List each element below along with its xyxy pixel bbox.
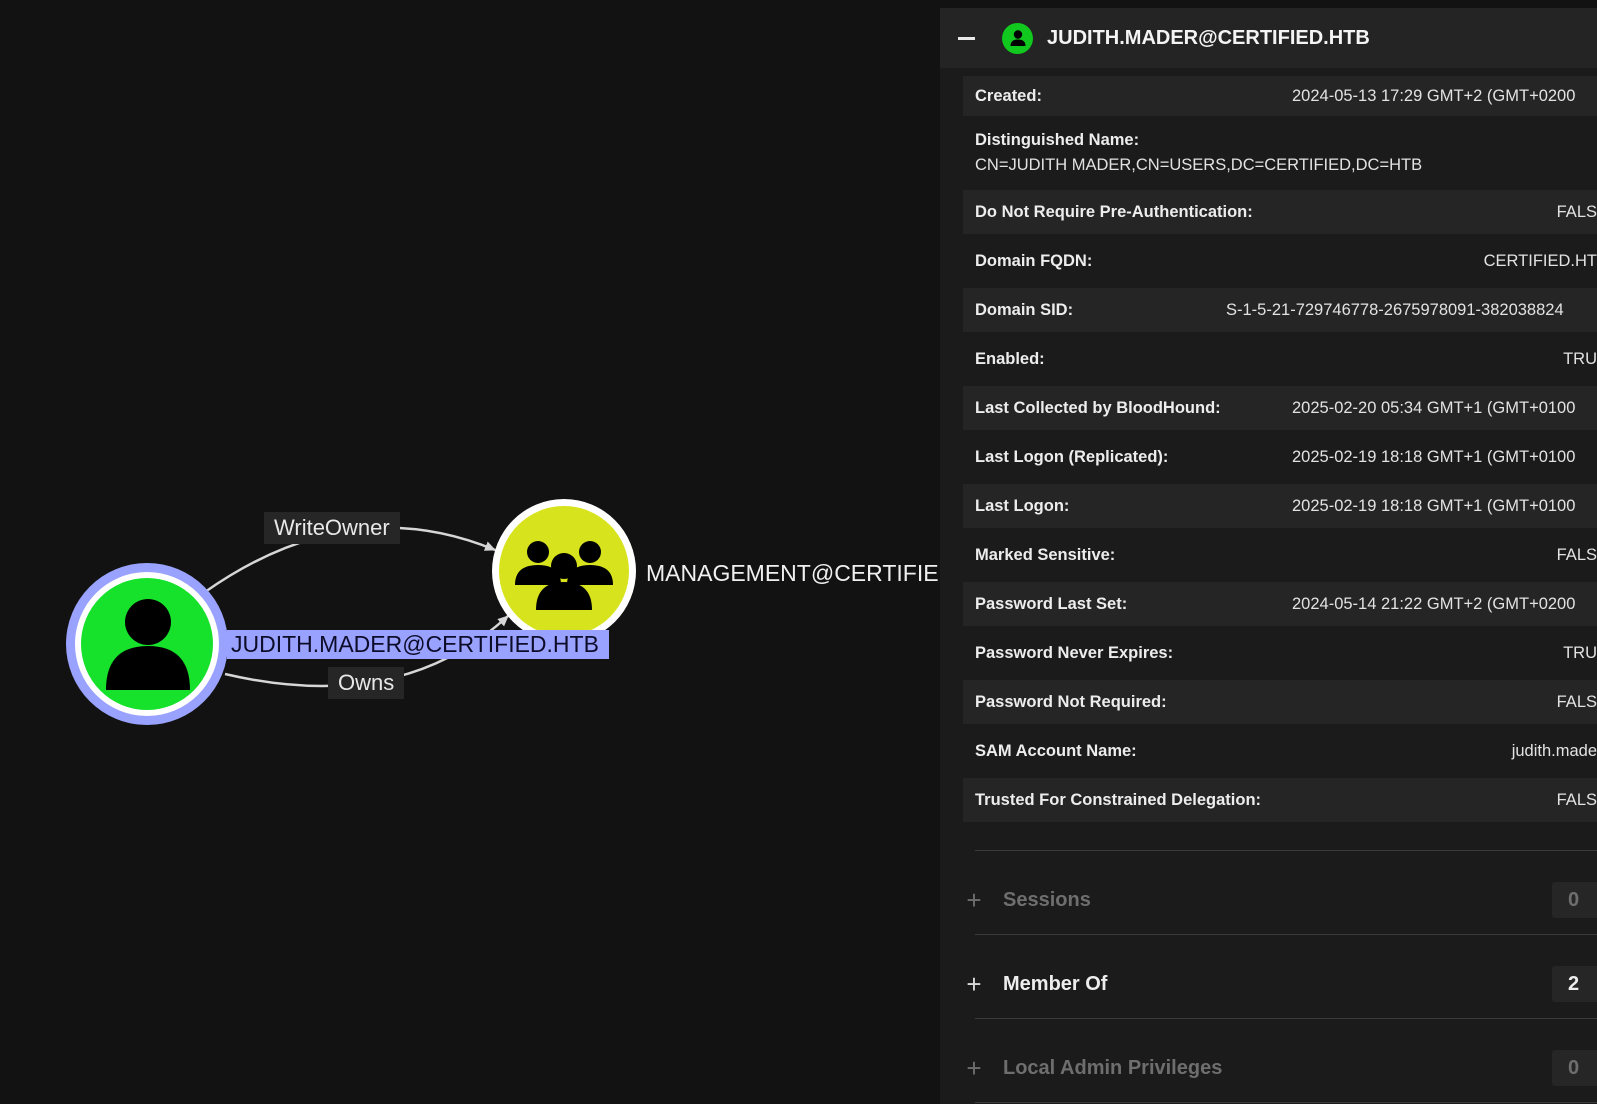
- property-key: Password Never Expires:: [975, 643, 1174, 662]
- section-title: Local Admin Privileges: [1003, 1056, 1223, 1079]
- property-row-created: Created: 2024-05-13 17:29 GMT+2 (GMT+020…: [963, 76, 1597, 116]
- property-key: Domain FQDN:: [975, 251, 1093, 270]
- property-row-domain-sid: Domain SID: S-1-5-21-729746778-267597809…: [963, 288, 1597, 332]
- divider: [975, 934, 1597, 935]
- collapse-button[interactable]: [940, 8, 992, 68]
- property-row-last-logon-replicated: Last Logon (Replicated): 2025-02-19 18:1…: [963, 435, 1597, 479]
- property-key: SAM Account Name:: [975, 741, 1137, 760]
- property-value: 2025-02-19 18:18 GMT+1 (GMT+0100: [1292, 496, 1576, 515]
- edge-label-owns[interactable]: Owns: [328, 667, 405, 699]
- divider: [975, 1018, 1597, 1019]
- section-title: Sessions: [1003, 888, 1091, 911]
- property-key: Do Not Require Pre-Authentication:: [975, 202, 1253, 221]
- property-value: judith.made: [1511, 741, 1597, 760]
- property-row-domain-fqdn: Domain FQDN: CERTIFIED.HT: [963, 239, 1597, 283]
- plus-icon: +: [966, 884, 982, 915]
- section-sessions[interactable]: + Sessions 0: [940, 870, 1597, 930]
- user-icon: [1010, 30, 1025, 46]
- property-key: Domain SID:: [975, 300, 1074, 319]
- property-key: Last Logon (Replicated):: [975, 447, 1169, 466]
- property-key: Marked Sensitive:: [975, 545, 1116, 564]
- edge-label-writeowner[interactable]: WriteOwner: [264, 512, 400, 544]
- property-value: 2025-02-19 18:18 GMT+1 (GMT+0100: [1292, 447, 1576, 466]
- entity-info-panel: JUDITH.MADER@CERTIFIED.HTB Created: 2024…: [940, 8, 1597, 1104]
- property-key: Last Logon:: [975, 496, 1070, 515]
- property-value: TRU: [1563, 349, 1597, 368]
- section-count: 0: [1552, 1050, 1597, 1086]
- panel-header: JUDITH.MADER@CERTIFIED.HTB: [940, 8, 1597, 68]
- node-group[interactable]: [492, 499, 636, 643]
- divider: [975, 850, 1597, 851]
- property-value: FALS: [1556, 790, 1597, 809]
- property-key: Last Collected by BloodHound:: [975, 398, 1221, 417]
- plus-icon: +: [966, 1052, 982, 1083]
- graph-svg: [66, 499, 636, 725]
- node-user[interactable]: [66, 563, 228, 725]
- property-row-trusted-constrained-delegation: Trusted For Constrained Delegation: FALS: [963, 778, 1597, 822]
- property-row-sam-account-name: SAM Account Name: judith.made: [963, 729, 1597, 773]
- property-value: FALS: [1556, 202, 1597, 221]
- section-count: 2: [1552, 966, 1597, 1002]
- property-row-last-logon: Last Logon: 2025-02-19 18:18 GMT+1 (GMT+…: [963, 484, 1597, 528]
- property-key: Trusted For Constrained Delegation:: [975, 790, 1262, 809]
- user-badge: [1002, 22, 1033, 54]
- section-count: 0: [1552, 882, 1597, 918]
- property-row-last-collected: Last Collected by BloodHound: 2025-02-20…: [963, 386, 1597, 430]
- property-value: 2024-05-13 17:29 GMT+2 (GMT+0200: [1292, 86, 1576, 105]
- property-value: 2024-05-14 21:22 GMT+2 (GMT+0200: [1292, 594, 1576, 613]
- minus-icon: [957, 36, 975, 40]
- property-key: Distinguished Name:: [975, 131, 1140, 149]
- property-list: Created: 2024-05-13 17:29 GMT+2 (GMT+020…: [963, 76, 1597, 827]
- property-value: TRU: [1563, 643, 1597, 662]
- property-key: Created:: [975, 86, 1042, 105]
- node-label-group[interactable]: MANAGEMENT@CERTIFIE: [646, 560, 939, 586]
- property-value: 2025-02-20 05:34 GMT+1 (GMT+0100: [1292, 398, 1576, 417]
- plus-icon: +: [966, 968, 982, 999]
- property-value: S-1-5-21-729746778-2675978091-382038824: [1226, 300, 1564, 319]
- property-key: Enabled:: [975, 349, 1045, 368]
- property-row-distinguished-name: Distinguished Name: CN=JUDITH MADER,CN=U…: [963, 121, 1597, 185]
- property-key: Password Not Required:: [975, 692, 1167, 711]
- property-row-enabled: Enabled: TRU: [963, 337, 1597, 381]
- panel-title: JUDITH.MADER@CERTIFIED.HTB: [1047, 26, 1370, 49]
- property-row-password-not-required: Password Not Required: FALS: [963, 680, 1597, 724]
- property-value: CERTIFIED.HT: [1483, 251, 1597, 270]
- property-row-password-never-expires: Password Never Expires: TRU: [963, 631, 1597, 675]
- property-row-password-last-set: Password Last Set: 2024-05-14 21:22 GMT+…: [963, 582, 1597, 626]
- property-row-do-not-require-preauth: Do Not Require Pre-Authentication: FALS: [963, 190, 1597, 234]
- property-value: FALS: [1556, 692, 1597, 711]
- property-row-marked-sensitive: Marked Sensitive: FALS: [963, 533, 1597, 577]
- property-value: CN=JUDITH MADER,CN=USERS,DC=CERTIFIED,DC…: [975, 156, 1423, 174]
- section-title: Member Of: [1003, 972, 1108, 995]
- section-local-admin-privileges[interactable]: + Local Admin Privileges 0: [940, 1038, 1597, 1098]
- node-label-user[interactable]: JUDITH.MADER@CERTIFIED.HTB: [227, 630, 609, 659]
- section-member-of[interactable]: + Member Of 2: [940, 954, 1597, 1014]
- property-value: FALS: [1556, 545, 1597, 564]
- property-key: Password Last Set:: [975, 594, 1128, 613]
- divider: [975, 1102, 1597, 1103]
